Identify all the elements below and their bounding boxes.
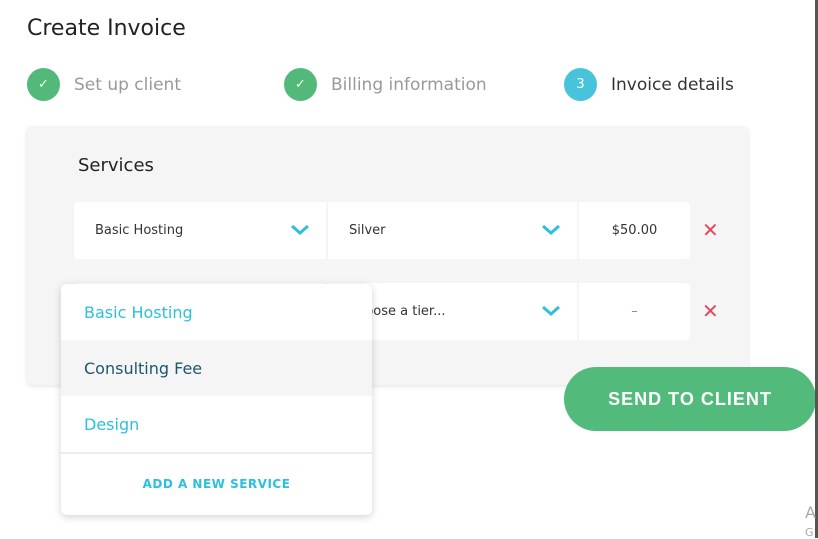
page-title: Create Invoice xyxy=(27,16,186,41)
remove-row-icon[interactable]: ✕ xyxy=(702,299,719,323)
watermark-text: G xyxy=(805,526,814,539)
step-label: Set up client xyxy=(74,74,181,95)
service-select[interactable]: Basic Hosting xyxy=(74,202,326,259)
step-set-up-client[interactable]: ✓ Set up client xyxy=(27,68,181,101)
check-icon: ✓ xyxy=(284,68,317,101)
service-dropdown: Basic Hosting Consulting Fee Design ADD … xyxy=(61,284,372,515)
step-billing-information[interactable]: ✓ Billing information xyxy=(284,68,487,101)
dropdown-option-consulting-fee[interactable]: Consulting Fee xyxy=(61,340,372,396)
price-field: – xyxy=(579,283,690,340)
chevron-down-icon xyxy=(542,305,560,316)
tier-select[interactable]: Silver xyxy=(328,202,577,259)
dropdown-option-basic-hosting[interactable]: Basic Hosting xyxy=(61,284,372,340)
step-label: Billing information xyxy=(331,74,487,95)
step-number: 3 xyxy=(564,68,597,101)
price-value: $50.00 xyxy=(611,223,658,238)
dropdown-option-design[interactable]: Design xyxy=(61,396,372,452)
price-value: – xyxy=(631,304,638,319)
price-field: $50.00 xyxy=(579,202,690,259)
service-value: Basic Hosting xyxy=(95,223,184,238)
check-icon: ✓ xyxy=(27,68,60,101)
add-new-service-button[interactable]: ADD A NEW SERVICE xyxy=(61,452,372,513)
watermark-text: A xyxy=(805,503,816,522)
remove-row-icon[interactable]: ✕ xyxy=(702,218,719,242)
step-invoice-details[interactable]: 3 Invoice details xyxy=(564,68,734,101)
chevron-down-icon xyxy=(542,224,560,235)
send-to-client-button[interactable]: SEND TO CLIENT xyxy=(564,367,816,431)
step-label: Invoice details xyxy=(611,74,734,95)
tier-value: Silver xyxy=(349,223,386,238)
services-heading: Services xyxy=(78,155,154,176)
chevron-down-icon xyxy=(291,224,309,235)
